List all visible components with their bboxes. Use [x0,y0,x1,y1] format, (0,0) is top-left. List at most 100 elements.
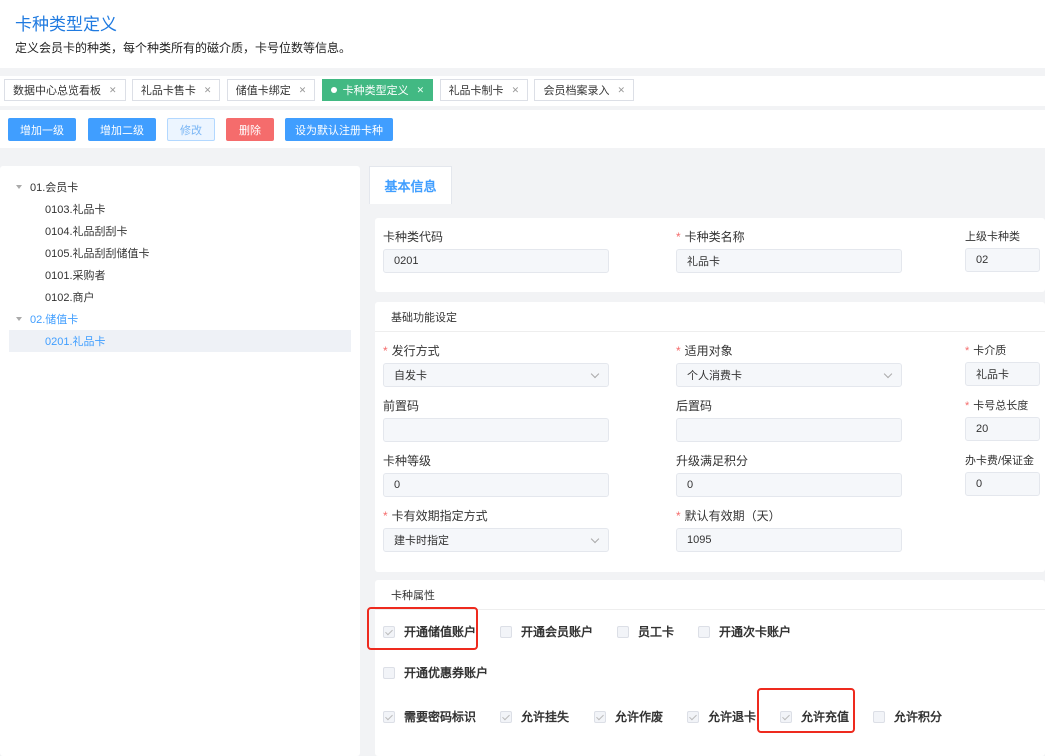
checkbox-unchecked-icon[interactable] [873,710,885,723]
value: 个人消费卡 [687,370,742,382]
checkbox-checked-icon[interactable] [383,625,395,638]
tab-basic-info[interactable]: 基本信息 [369,166,452,204]
checkbox-checked-icon[interactable] [687,710,699,723]
basic-card: 卡种类代码 0201 * 卡种类名称 礼品卡 上级卡种类 02 [375,218,1045,292]
checkbox-unchecked-icon[interactable] [698,625,710,638]
checkbox-item[interactable]: 开通储值账户 [383,623,476,640]
set-default-button[interactable]: 设为默认注册卡种 [285,118,393,141]
chevron-down-icon [590,369,600,378]
close-icon[interactable]: ✕ [204,85,212,96]
upgrade-field: 升级满足积分 0 [676,452,902,497]
checkbox-item[interactable]: 允许挂失 [500,708,569,725]
tab-stored-card-bind[interactable]: 储值卡绑定 ✕ [226,79,316,101]
name-input[interactable]: 礼品卡 [676,249,902,273]
target-select[interactable]: 个人消费卡 [676,363,902,387]
tab-label: 储值卡绑定 [235,85,291,97]
caret-down-icon[interactable] [16,317,22,321]
tree-node[interactable]: 0103.礼品卡 [0,198,360,220]
close-icon[interactable]: ✕ [417,85,425,96]
value: 建卡时指定 [394,535,449,547]
checkbox-item[interactable]: 允许充值 [780,708,849,725]
checkbox-unchecked-icon[interactable] [617,625,629,638]
field-label: 卡种等级 [383,454,432,468]
page-header: 卡种类型定义 定义会员卡的种类，每个种类所有的磁介质，卡号位数等信息。 [0,0,1045,68]
parent-input[interactable]: 02 [965,248,1040,272]
field-label: 办卡费/保证金 [965,455,1035,467]
checkbox-checked-icon[interactable] [383,710,395,723]
delete-button[interactable]: 删除 [226,118,274,141]
tree-node[interactable]: 0105.礼品刮刮储值卡 [0,242,360,264]
medium-field: * 卡介质 礼品卡 [965,342,1040,386]
tab-bar: 数据中心总览看板 ✕ 礼品卡售卡 ✕ 储值卡绑定 ✕ 卡种类型定义 ✕ 礼品卡制卡 ✕ 会… [0,76,1045,106]
value: 0201 [394,255,419,267]
checkbox-item[interactable]: 开通会员账户 [500,623,593,640]
label-text: 卡种类名称 [684,230,745,244]
toolbar: 增加一级 增加二级 修改 删除 设为默认注册卡种 [0,110,1045,148]
suffix-field: 后置码 [676,397,902,442]
tree-node-member-card[interactable]: 01.会员卡 [0,176,360,198]
tab-label: 礼品卡制卡 [448,85,504,97]
field-label: 卡种类代码 [383,230,444,244]
label-text: 卡介质 [973,345,1007,357]
checkbox-label: 允许退卡 [708,710,757,724]
checkbox-item[interactable]: 开通优惠券账户 [383,664,488,681]
grade-input[interactable]: 0 [383,473,609,497]
checkbox-checked-icon[interactable] [594,710,606,723]
tree-node-stored-card[interactable]: 02.储值卡 [0,308,360,330]
value: 0 [394,479,401,491]
caret-down-icon[interactable] [16,185,22,189]
node-label: 02.储值卡 [30,314,79,326]
checkbox-checked-icon[interactable] [780,710,792,723]
close-icon[interactable]: ✕ [109,85,117,96]
field-label: * 卡种类名称 [676,230,745,244]
tab-member-entry[interactable]: 会员档案录入 ✕ [534,79,634,101]
tree-node[interactable]: 0102.商户 [0,286,360,308]
suffix-input[interactable] [676,418,902,442]
checkbox-item[interactable]: 需要密码标识 [383,708,476,725]
close-icon[interactable]: ✕ [512,85,520,96]
upgrade-input[interactable]: 0 [676,473,902,497]
active-dot-icon [330,87,337,93]
checkbox-unchecked-icon[interactable] [500,625,512,638]
prefix-input[interactable] [383,418,609,442]
label-text: 适用对象 [684,344,733,358]
checkbox-unchecked-icon[interactable] [383,666,395,679]
checkbox-label: 开通次卡账户 [719,625,792,639]
code-input[interactable]: 0201 [383,249,609,273]
length-field: * 卡号总长度 20 [965,397,1040,441]
medium-select[interactable]: 礼品卡 [965,362,1040,386]
tab-gift-card-sale[interactable]: 礼品卡售卡 ✕ [131,79,221,101]
tree-node[interactable]: 0104.礼品刮刮卡 [0,220,360,242]
tab-card-type-definition[interactable]: 卡种类型定义 ✕ [321,79,434,101]
tree-node[interactable]: 0101.采购者 [0,264,360,286]
fee-field: 办卡费/保证金 0 [965,452,1040,496]
checkbox-item[interactable]: 允许积分 [873,708,942,725]
value: 礼品卡 [976,369,1009,381]
tree-node-selected[interactable]: 0201.礼品卡 [9,330,351,352]
validity-mode-select[interactable]: 建卡时指定 [383,528,609,552]
checkbox-checked-icon[interactable] [500,710,512,723]
close-icon[interactable]: ✕ [299,85,307,96]
checkbox-item[interactable]: 员工卡 [617,623,674,640]
tab-dashboard[interactable]: 数据中心总览看板 ✕ [4,79,126,101]
add-level1-button[interactable]: 增加一级 [8,118,76,141]
checkbox-item[interactable]: 允许作废 [594,708,663,725]
prefix-field: 前置码 [383,397,609,442]
close-icon[interactable]: ✕ [617,85,625,96]
length-input[interactable]: 20 [965,417,1040,441]
name-field: * 卡种类名称礼品卡 [676,228,902,273]
issue-select[interactable]: 自发卡 [383,363,609,387]
checkbox-item[interactable]: 开通次卡账户 [698,623,791,640]
tab-label: 礼品卡售卡 [140,85,196,97]
add-level2-button[interactable]: 增加二级 [88,118,156,141]
checkbox-label: 允许积分 [894,710,943,724]
edit-button[interactable]: 修改 [167,118,215,141]
value: 自发卡 [394,370,427,382]
validity-days-input[interactable]: 1095 [676,528,902,552]
section-title: 卡种属性 [375,580,1045,610]
fee-input[interactable]: 0 [965,472,1040,496]
checkbox-label: 允许挂失 [521,710,570,724]
tab-gift-card-make[interactable]: 礼品卡制卡 ✕ [439,79,529,101]
chevron-down-icon [883,369,893,378]
checkbox-item[interactable]: 允许退卡 [687,708,756,725]
